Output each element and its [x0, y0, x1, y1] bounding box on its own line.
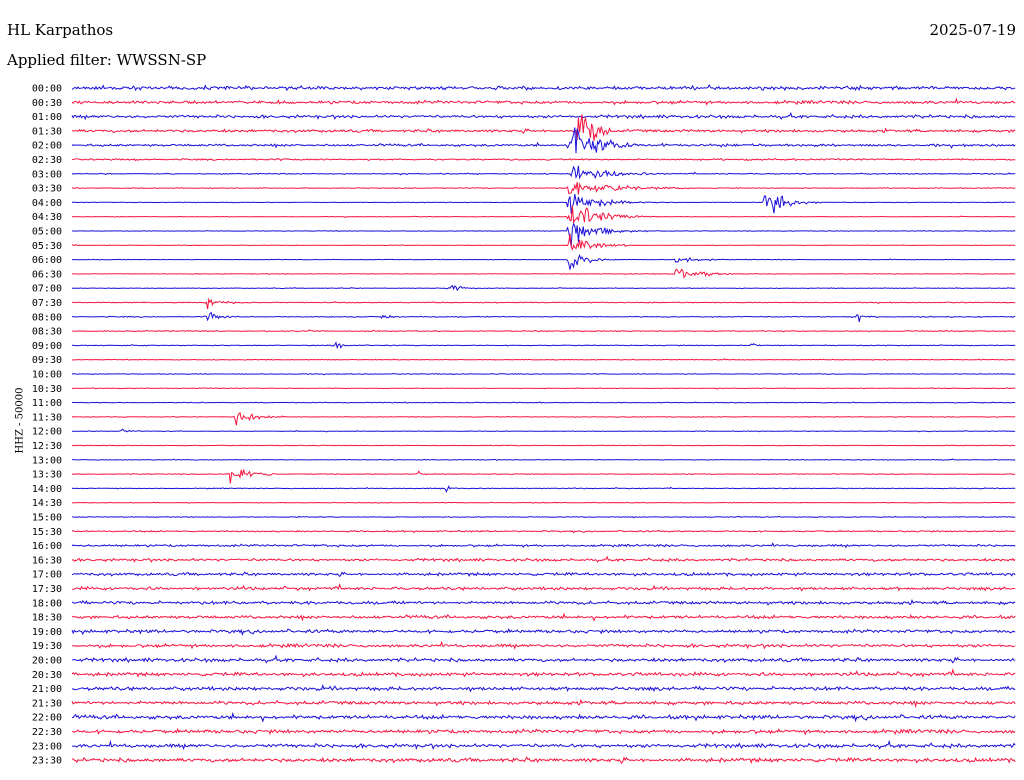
row-time-label: 12:00 [32, 427, 62, 438]
trace-row-37 [71, 612, 1016, 622]
row-time-label: 14:30 [32, 498, 62, 509]
row-time-label: 21:00 [32, 684, 62, 695]
row-time-label: 11:30 [32, 412, 62, 423]
row-time-label: 23:30 [32, 756, 62, 767]
trace-row-45 [71, 727, 1016, 736]
row-time-label: 05:30 [32, 241, 62, 252]
trace-row-23 [71, 411, 1016, 426]
trace-row-9 [71, 205, 1016, 225]
trace-row-46 [71, 739, 1016, 751]
row-time-label: 21:30 [32, 698, 62, 709]
row-time-label: 16:00 [32, 541, 62, 552]
trace-row-44 [71, 711, 1016, 723]
trace-row-0 [71, 84, 1016, 92]
row-time-label: 17:00 [32, 570, 62, 581]
row-time-label: 03:30 [32, 184, 62, 195]
row-time-label: 10:30 [32, 384, 62, 395]
row-time-label: 04:00 [32, 198, 62, 209]
row-time-label: 02:30 [32, 155, 62, 166]
row-time-label: 12:30 [32, 441, 62, 452]
row-time-label: 11:00 [32, 398, 62, 409]
row-time-label: 01:00 [32, 112, 62, 123]
row-time-label: 23:00 [32, 741, 62, 752]
row-time-label: 19:00 [32, 627, 62, 638]
trace-row-42 [71, 683, 1016, 693]
trace-row-18 [71, 341, 1016, 350]
row-time-label: 10:00 [32, 370, 62, 381]
trace-row-19 [71, 358, 1016, 361]
row-time-label: 22:00 [32, 713, 62, 724]
trace-row-7 [71, 182, 1016, 195]
row-time-label: 01:30 [32, 126, 62, 137]
trace-row-2 [71, 111, 1016, 121]
row-time-label: 13:30 [32, 470, 62, 481]
trace-row-33 [71, 555, 1016, 563]
row-time-label: 02:00 [32, 141, 62, 152]
row-time-label: 06:30 [32, 269, 62, 280]
row-time-label: 08:00 [32, 312, 62, 323]
row-time-label: 09:00 [32, 341, 62, 352]
row-time-label: 03:00 [32, 169, 62, 180]
row-time-label: 22:30 [32, 727, 62, 738]
trace-row-10 [72, 222, 1016, 247]
row-time-label: 13:00 [32, 455, 62, 466]
row-time-label: 15:00 [32, 513, 62, 524]
row-time-label: 18:00 [32, 598, 62, 609]
row-time-label: 00:30 [32, 98, 62, 109]
trace-row-34 [71, 571, 1016, 578]
row-time-label: 19:30 [32, 641, 62, 652]
trace-row-25 [71, 444, 1016, 447]
trace-row-8 [71, 194, 1016, 214]
trace-row-11 [71, 233, 1016, 251]
trace-row-14 [72, 284, 1016, 292]
row-time-label: 18:30 [32, 613, 62, 624]
trace-row-13 [71, 268, 1016, 279]
row-time-label: 00:00 [32, 84, 62, 95]
trace-row-24 [71, 428, 1016, 433]
trace-row-41 [71, 667, 1016, 678]
row-time-label: 08:30 [32, 327, 62, 338]
trace-row-39 [71, 640, 1016, 650]
row-time-label: 04:30 [32, 212, 62, 223]
row-time-label: 14:00 [32, 484, 62, 495]
trace-row-27 [71, 469, 1016, 484]
trace-row-40 [71, 654, 1016, 664]
trace-row-1 [71, 97, 1016, 106]
helicorder-plot: 00:00 00:30 01:00 01:30 02:00 02:30 03:00 03:30… [32, 84, 1016, 767]
row-time-label: 16:30 [32, 555, 62, 566]
trace-row-26 [71, 458, 1016, 461]
trace-row-17 [71, 329, 1016, 333]
row-time-label: 20:00 [32, 656, 62, 667]
trace-row-16 [71, 311, 1016, 323]
row-time-label: 17:30 [32, 584, 62, 595]
trace-row-47 [71, 756, 1016, 765]
trace-row-3 [71, 114, 1016, 141]
row-time-label: 09:30 [32, 355, 62, 366]
trace-row-31 [71, 529, 1016, 534]
row-time-label: 07:30 [32, 298, 62, 309]
trace-row-20 [71, 373, 1016, 376]
trace-row-43 [71, 698, 1016, 709]
row-time-label: 15:30 [32, 527, 62, 538]
trace-row-32 [71, 542, 1016, 549]
row-time-label: 06:00 [32, 255, 62, 266]
row-time-label: 20:30 [32, 670, 62, 681]
trace-row-22 [71, 401, 1016, 404]
trace-row-21 [71, 387, 1016, 390]
trace-row-35 [71, 583, 1016, 592]
row-time-label: 07:00 [32, 284, 62, 295]
trace-row-29 [71, 501, 1016, 504]
trace-row-38 [71, 628, 1016, 636]
trace-row-12 [71, 253, 1016, 270]
trace-row-5 [71, 157, 1016, 162]
trace-row-6 [71, 165, 1016, 180]
trace-row-28 [71, 485, 1016, 493]
trace-row-30 [71, 515, 1016, 519]
trace-row-36 [71, 599, 1016, 606]
row-time-label: 05:00 [32, 227, 62, 238]
trace-row-15 [71, 297, 1016, 310]
